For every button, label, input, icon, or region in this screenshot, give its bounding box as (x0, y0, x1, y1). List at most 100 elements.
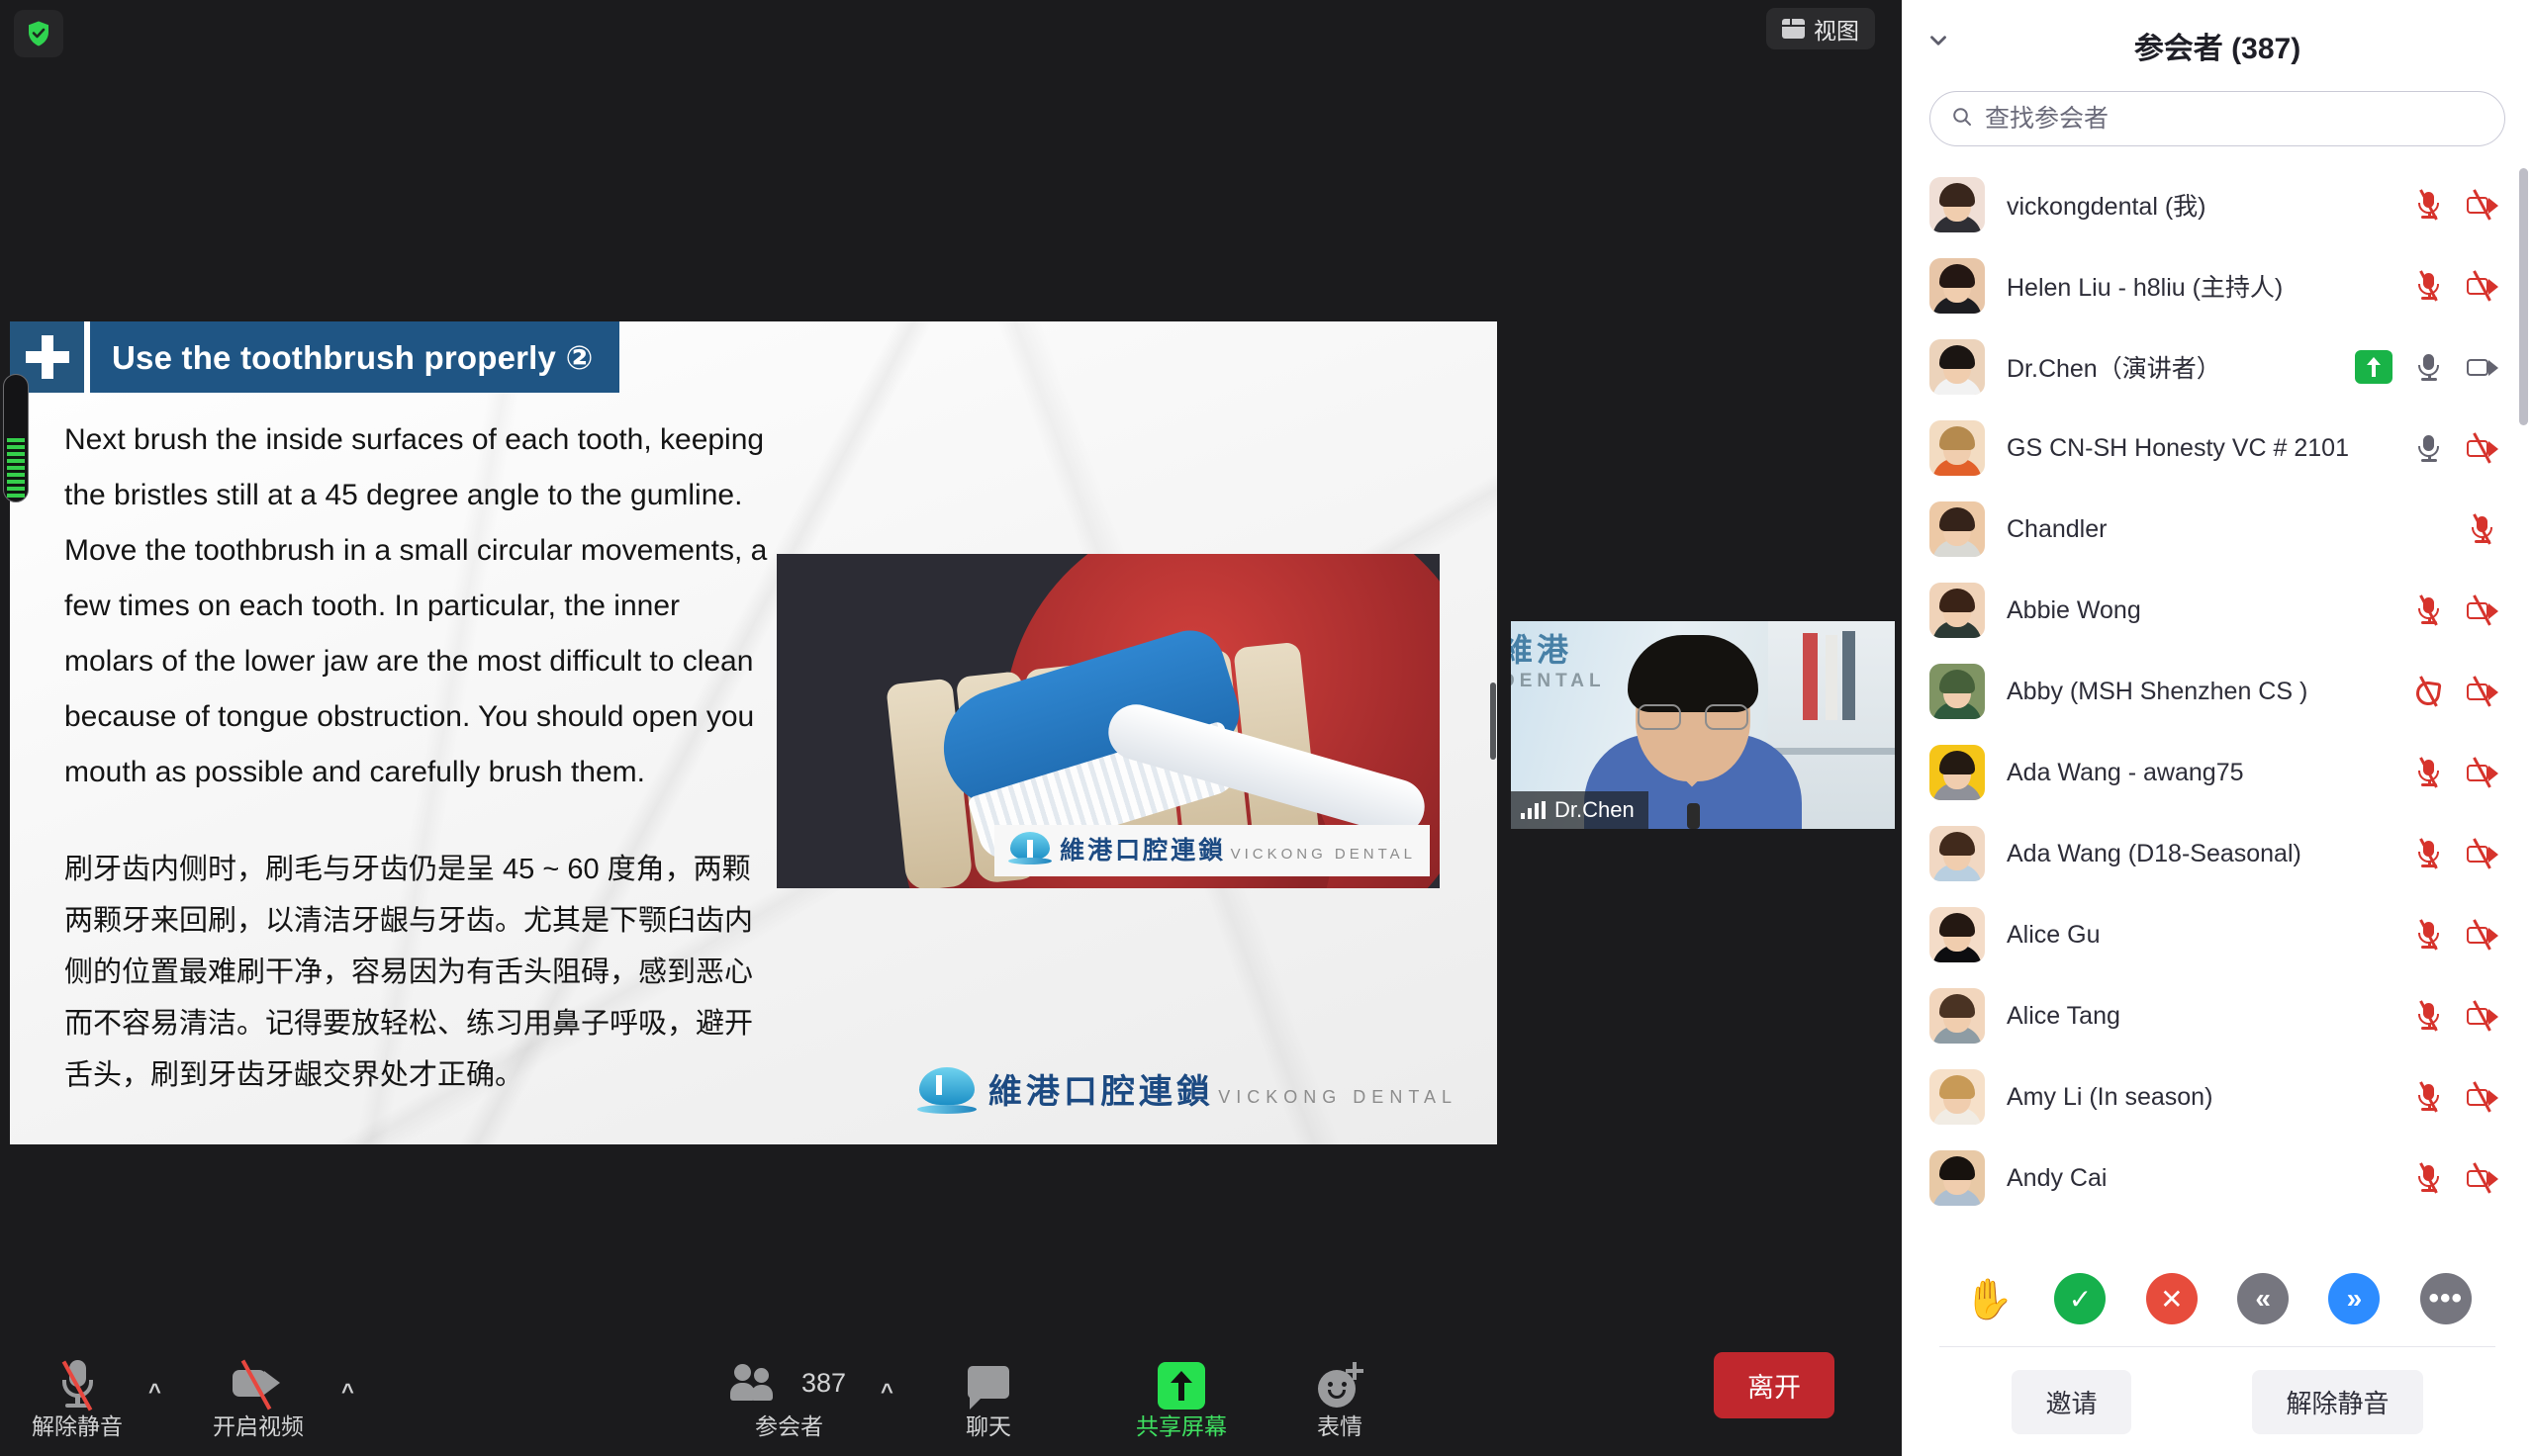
participant-status-icons (2412, 1162, 2499, 1194)
start-video-button[interactable]: 开启视频 (213, 1356, 304, 1438)
share-annotation-scrollbar[interactable] (3, 374, 29, 502)
participant-row[interactable]: Abbie Wong (1902, 570, 2533, 651)
share-screen-label: 共享屏幕 (1136, 1413, 1227, 1439)
reactions-bar: ✋ ✓ ✕ « » ••• (1902, 1251, 2533, 1346)
search-input[interactable] (1985, 104, 2485, 134)
phone-muted-icon[interactable] (2412, 676, 2446, 707)
participant-status-icons (2412, 676, 2499, 707)
microphone-muted-icon[interactable] (2412, 757, 2446, 788)
participant-row[interactable]: vickongdental (我) (1902, 164, 2533, 245)
speaker-name-text: Dr.Chen (1554, 797, 1635, 822)
reaction-more-button[interactable]: ••• (2419, 1273, 2472, 1324)
reaction-faster-button[interactable]: » (2328, 1273, 2381, 1324)
audio-options-caret[interactable]: ^ (148, 1379, 161, 1405)
reaction-smiley-icon (1316, 1356, 1363, 1410)
participant-row[interactable]: Amy Li (In season) (1902, 1056, 2533, 1138)
speaker-video-thumbnail[interactable]: 維港 DENTAL Dr.Chen (1511, 621, 1895, 829)
microphone-muted-icon[interactable] (2412, 1000, 2446, 1032)
participant-row[interactable]: Andy Cai (1902, 1138, 2533, 1219)
participant-row[interactable]: Ada Wang - awang75 (1902, 732, 2533, 813)
mute-button[interactable]: 解除静音 (32, 1356, 123, 1438)
zoom-meeting-window: 视图 Use the toothbrush properly ② Next br… (0, 0, 2533, 1456)
chat-button[interactable]: 聊天 (965, 1356, 1012, 1438)
participant-row[interactable]: Alice Tang (1902, 975, 2533, 1056)
microphone-muted-icon[interactable] (2412, 919, 2446, 951)
participants-list[interactable]: vickongdental (我) Helen Liu - h8liu (主持人)… (1902, 160, 2533, 1251)
slide-watermark-logo: 維港口腔連鎖 VICKONG DENTAL (916, 1067, 1457, 1119)
participant-status-icons (2412, 919, 2499, 951)
participant-name: Ada Wang (D18-Seasonal) (2007, 839, 2301, 867)
participant-row[interactable]: Ada Wang (D18-Seasonal) (1902, 813, 2533, 894)
mute-button-label: 解除静音 (32, 1413, 123, 1439)
video-muted-icon[interactable] (2466, 1081, 2499, 1113)
photo-brand-cn: 維港口腔連鎖 (1060, 836, 1227, 864)
share-screen-button[interactable]: 共享屏幕 (1136, 1356, 1227, 1438)
microphone-muted-icon[interactable] (2466, 513, 2499, 545)
reaction-no-button[interactable]: ✕ (2145, 1273, 2198, 1324)
participants-panel-footer: 邀请 解除静音 (1902, 1347, 2533, 1456)
participant-status-icons (2412, 432, 2499, 464)
chevron-down-icon[interactable] (1925, 28, 1951, 53)
meeting-main-area: 视图 Use the toothbrush properly ② Next br… (0, 0, 1902, 1456)
reaction-raise-hand-button[interactable]: ✋ (1963, 1273, 2015, 1324)
video-muted-icon[interactable] (2466, 432, 2499, 464)
participant-row[interactable]: Alice Gu (1902, 894, 2533, 975)
microphone-muted-icon[interactable] (2412, 189, 2446, 221)
thumbnail-drag-handle[interactable] (1490, 682, 1496, 760)
avatar (1929, 1069, 1985, 1125)
avatar (1929, 177, 1985, 232)
tooth-logo-icon (916, 1067, 977, 1119)
participants-scrollbar[interactable] (2519, 168, 2528, 425)
layout-grid-icon (1782, 19, 1805, 39)
photo-brand-en: VICKONG DENTAL (1230, 845, 1416, 863)
microphone-icon[interactable] (2412, 352, 2446, 382)
reaction-yes-button[interactable]: ✓ (2054, 1273, 2107, 1324)
participant-name: Ada Wang - awang75 (2007, 758, 2244, 786)
video-muted-icon[interactable] (2466, 1162, 2499, 1194)
video-muted-icon[interactable] (2466, 1000, 2499, 1032)
participant-row[interactable]: Chandler (1902, 489, 2533, 570)
photo-watermark-logo: 維港口腔連鎖 VICKONG DENTAL (994, 825, 1430, 876)
video-muted-icon[interactable] (2466, 757, 2499, 788)
participant-name: vickongdental (我) (2007, 193, 2206, 221)
participant-row[interactable]: GS CN-SH Honesty VC # 2101 (1902, 408, 2533, 489)
microphone-muted-icon[interactable] (2412, 1081, 2446, 1113)
unmute-all-button[interactable]: 解除静音 (2252, 1369, 2423, 1434)
leave-meeting-button[interactable]: 离开 (1714, 1352, 1834, 1418)
video-muted-icon[interactable] (2466, 189, 2499, 221)
microphone-muted-icon[interactable] (2412, 1162, 2446, 1194)
reaction-slower-button[interactable]: « (2237, 1273, 2290, 1324)
microphone-muted-icon[interactable] (2412, 594, 2446, 626)
participants-button-label: 参会者 (755, 1413, 824, 1439)
video-muted-icon[interactable] (2466, 919, 2499, 951)
video-muted-icon[interactable] (2466, 838, 2499, 869)
video-muted-icon[interactable] (2466, 594, 2499, 626)
participants-panel-title: 参会者 (387) (2133, 33, 2301, 65)
participant-row[interactable]: Helen Liu - h8liu (主持人) (1902, 245, 2533, 326)
microphone-muted-icon[interactable] (2412, 270, 2446, 302)
reactions-button[interactable]: 表情 (1316, 1356, 1363, 1438)
avatar (1929, 420, 1985, 476)
view-button-label: 视图 (1814, 18, 1859, 44)
video-muted-icon[interactable] (2466, 270, 2499, 302)
participant-status-icons (2412, 757, 2499, 788)
encryption-shield-icon[interactable] (14, 10, 63, 57)
participant-name: Alice Tang (2007, 1001, 2120, 1030)
view-button[interactable]: 视图 (1766, 8, 1875, 49)
microphone-muted-icon[interactable] (2412, 838, 2446, 869)
participants-options-caret[interactable]: ^ (881, 1379, 893, 1405)
invite-button[interactable]: 邀请 (2012, 1369, 2131, 1434)
participant-status-icons (2412, 270, 2499, 302)
avatar (1929, 501, 1985, 557)
participant-row[interactable]: Dr.Chen（演讲者） (1902, 326, 2533, 408)
video-options-caret[interactable]: ^ (341, 1379, 354, 1405)
search-box[interactable] (1929, 91, 2505, 146)
video-muted-icon[interactable] (2466, 676, 2499, 707)
microphone-icon[interactable] (2412, 433, 2446, 463)
video-icon[interactable] (2466, 352, 2499, 382)
search-icon (1950, 105, 1974, 134)
slide-title-bar: Use the toothbrush properly ② (10, 321, 619, 393)
avatar (1929, 339, 1985, 395)
participant-row[interactable]: Abby (MSH Shenzhen CS ) (1902, 651, 2533, 732)
participants-button[interactable]: 387 参会者 (730, 1356, 846, 1439)
